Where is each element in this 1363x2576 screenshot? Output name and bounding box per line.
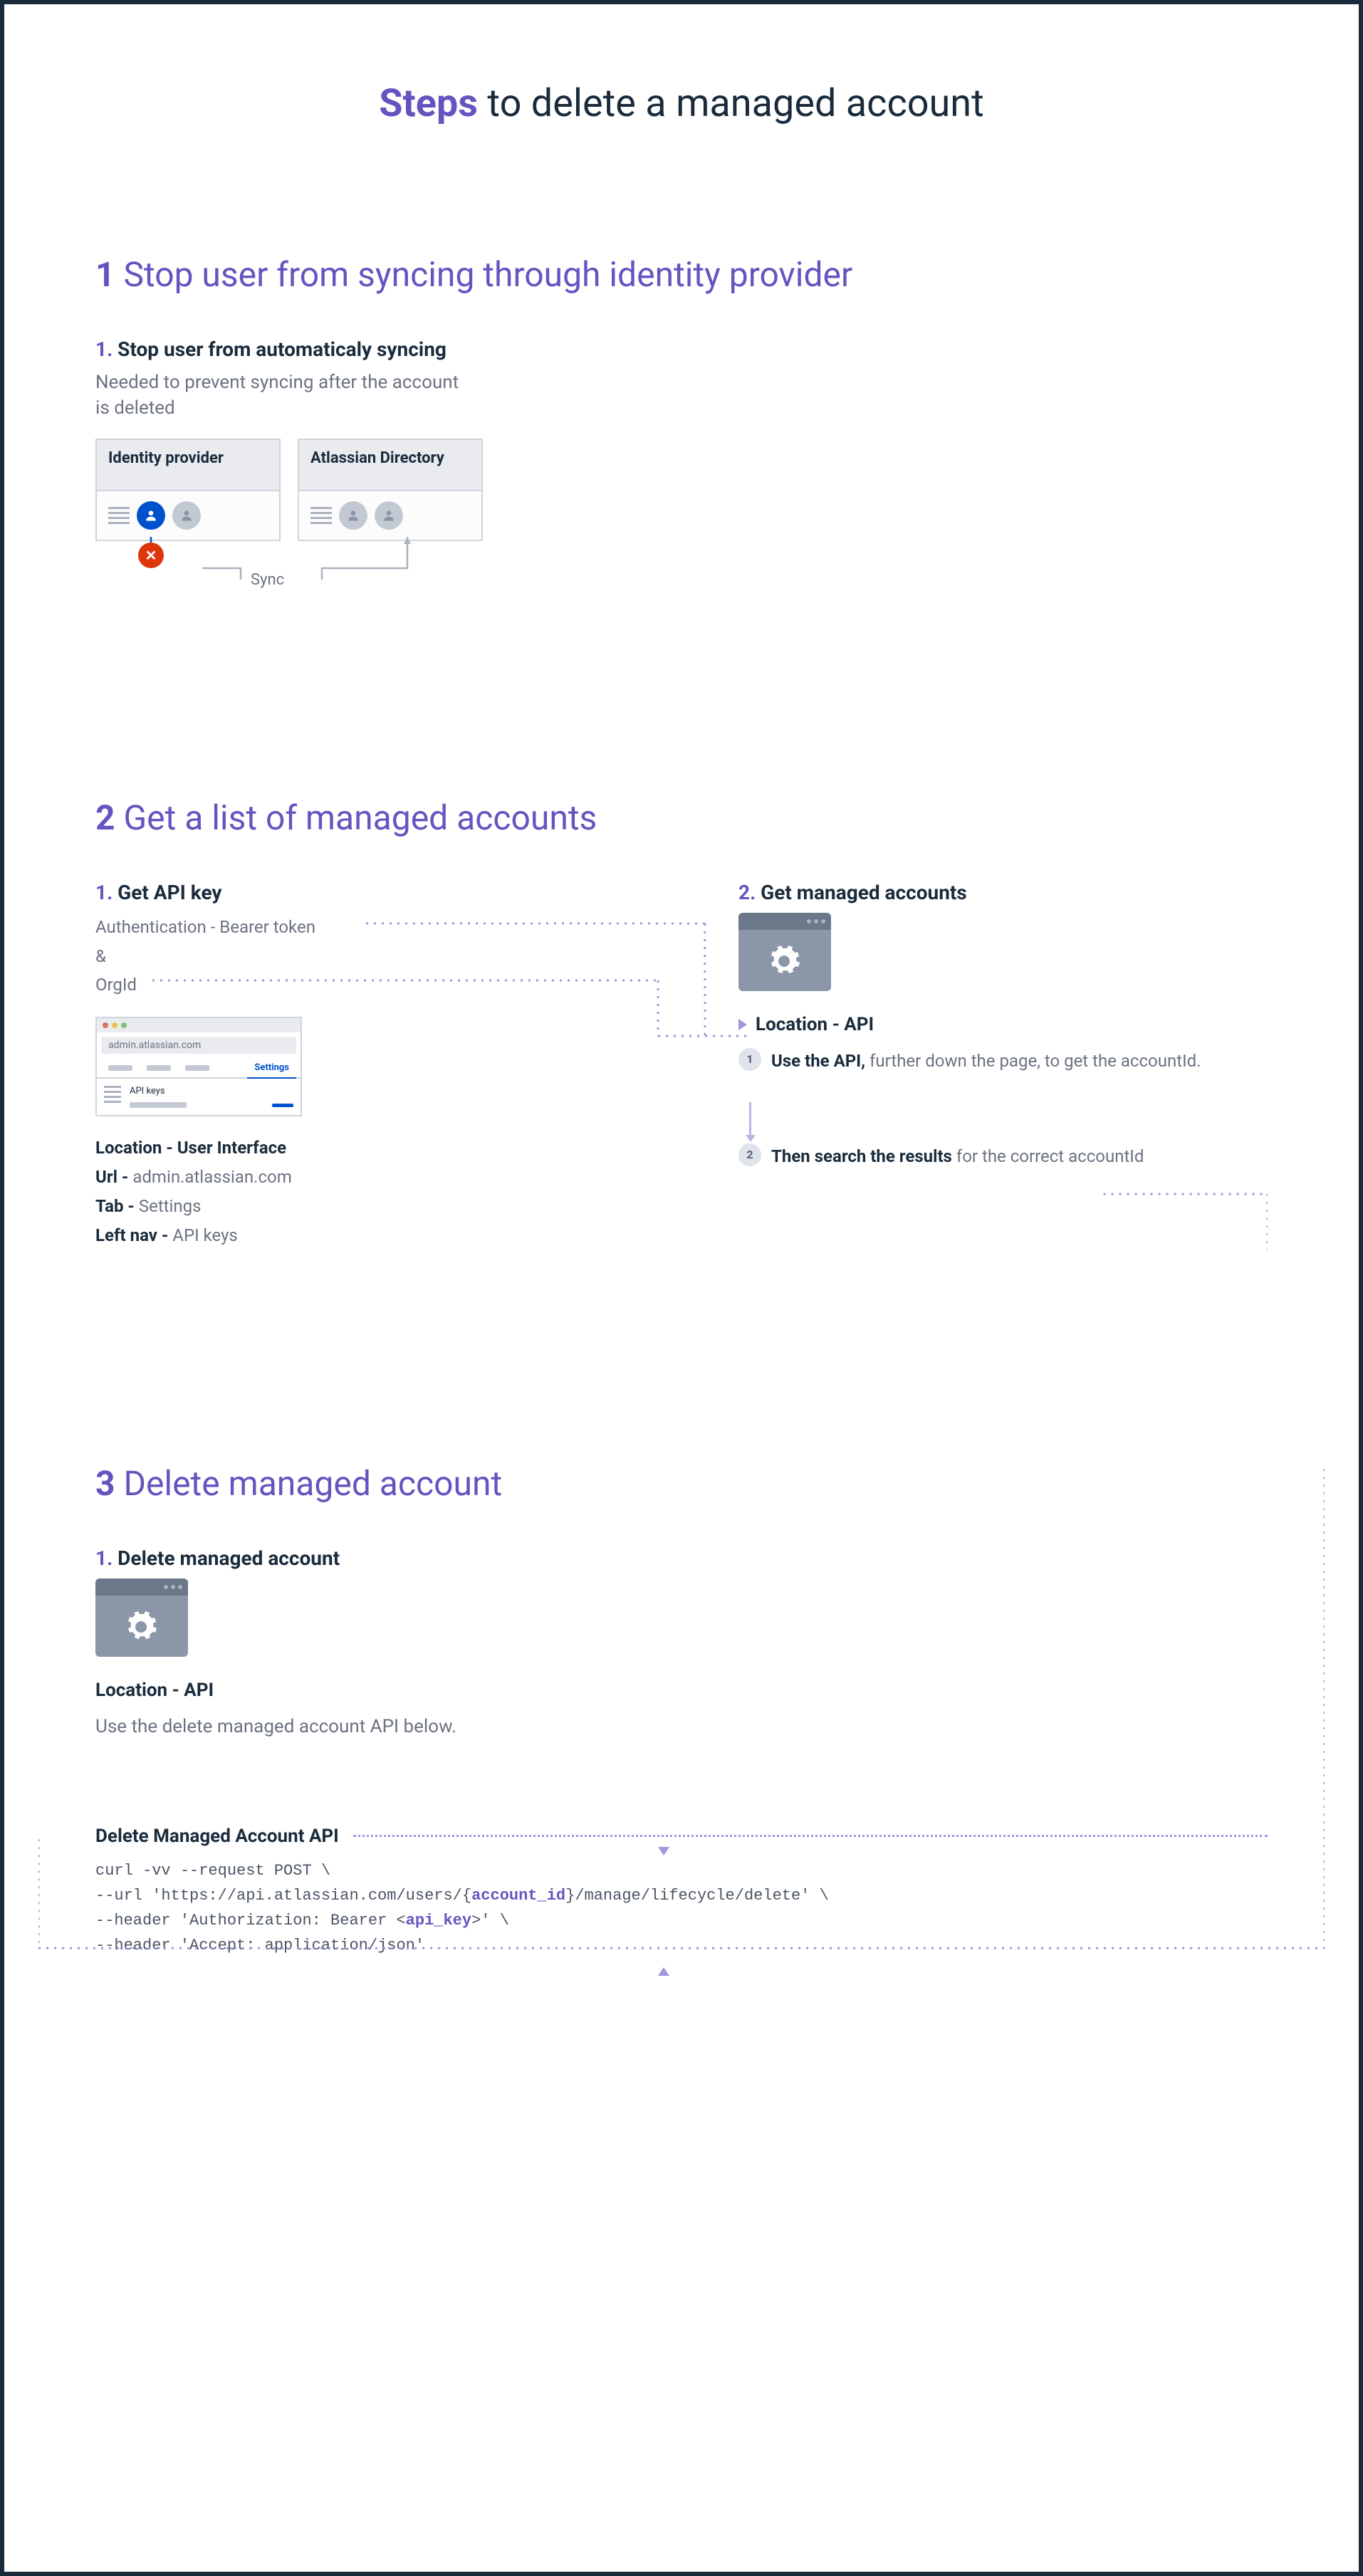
atlassian-box-title: Atlassian Directory	[299, 440, 481, 491]
gear-icon	[124, 1610, 158, 1644]
user-avatar-icon	[375, 501, 403, 530]
section-2-title: Get a list of managed accounts	[123, 797, 597, 838]
section-3-header: 3 Delete managed account	[95, 1463, 1268, 1504]
idp-box-title: Identity provider	[97, 440, 279, 491]
section-1-num: 1	[95, 254, 115, 295]
substep-3-1-text: Delete managed account	[118, 1546, 340, 1570]
step-connector-arrow-icon	[749, 1102, 751, 1136]
code-line-3: --header 'Authorization: Bearer <api_key…	[95, 1908, 1268, 1933]
triangle-right-icon	[738, 1019, 750, 1030]
browser-tab-active: Settings	[247, 1058, 296, 1079]
browser-tab-placeholder	[178, 1058, 216, 1077]
api-step-1: 1 Use the API, further down the page, to…	[738, 1048, 1268, 1074]
user-avatar-inactive-icon	[172, 501, 201, 530]
substep-3-1-num: 1.	[95, 1546, 113, 1570]
sync-diagram: Identity provider Atlassian Directory	[95, 439, 1268, 541]
code-line-2: --url 'https://api.atlassian.com/users/{…	[95, 1883, 1268, 1908]
lines-icon	[310, 507, 332, 524]
gear-icon	[767, 944, 801, 978]
substep-1-1-num: 1.	[95, 337, 113, 361]
user-avatar-active-icon	[137, 501, 165, 530]
loc-api-title: Location - API	[756, 1014, 874, 1035]
loc-nav: Left nav - API keys	[95, 1221, 625, 1250]
section-2: 2 Get a list of managed accounts 1. Get …	[38, 797, 1325, 1250]
idp-box: Identity provider	[95, 439, 281, 541]
auth-line: Authentication - Bearer token	[95, 913, 625, 942]
browser-url: admin.atlassian.com	[101, 1037, 296, 1054]
substep-1-1-desc: Needed to prevent syncing after the acco…	[95, 370, 466, 422]
browser-tab-placeholder	[101, 1058, 140, 1077]
api-step-2: 2 Then search the results for the correc…	[738, 1143, 1268, 1169]
substep-2-1-text: Get API key	[118, 881, 221, 904]
browser-body: API keys	[97, 1079, 301, 1115]
section-1-substep: 1. Stop user from automaticaly syncing N…	[95, 337, 1268, 584]
browser-blue-line-icon	[272, 1104, 293, 1107]
browser-nav-item: API keys	[130, 1086, 293, 1096]
page-title: Steps to delete a managed account	[38, 81, 1325, 126]
browser-nav-icon	[104, 1086, 121, 1108]
section-3-title: Delete managed account	[123, 1463, 502, 1504]
atlassian-box-body	[299, 491, 481, 540]
section-1-header: 1 Stop user from syncing through identit…	[95, 254, 1268, 295]
substep-2-2-num: 2.	[738, 881, 756, 904]
substep-2-1-num: 1.	[95, 881, 113, 904]
section-2-right: 2. Get managed accounts Location - API 1…	[738, 881, 1268, 1250]
title-highlight: Steps	[379, 81, 478, 126]
stop-icon: ✕	[138, 543, 164, 568]
browser-traffic-lights-icon	[97, 1018, 301, 1032]
section-1: 1 Stop user from syncing through identit…	[38, 254, 1325, 584]
browser-tab-placeholder	[140, 1058, 178, 1077]
loc-api-title-3: Location - API	[95, 1680, 523, 1701]
sync-arrows: ✕ Sync	[95, 541, 483, 584]
substep-2-2-text: Get managed accounts	[761, 881, 967, 904]
substep-2-1-title: 1. Get API key	[95, 881, 625, 904]
section-3-substep: 1. Delete managed account Location - API…	[95, 1546, 523, 1739]
step-number-2-icon: 2	[738, 1143, 761, 1166]
substep-1-1-title: 1. Stop user from automaticaly syncing	[95, 337, 1268, 361]
substep-1-1-text: Stop user from automaticaly syncing	[118, 337, 446, 361]
arrow-up-icon	[658, 1967, 669, 1976]
lines-icon	[108, 507, 130, 524]
loc-url: Url - admin.atlassian.com	[95, 1163, 625, 1192]
code-line-1: curl -vv --request POST \	[95, 1858, 1268, 1883]
sync-label: Sync	[251, 571, 284, 589]
browser-mockup: admin.atlassian.com Settings API keys	[95, 1017, 302, 1116]
code-line-4: --header 'Accept: application/json'	[95, 1933, 1268, 1958]
browser-placeholder-line-icon	[130, 1102, 187, 1108]
loc-tab: Tab - Settings	[95, 1192, 625, 1221]
api-box: Delete Managed Account API curl -vv --re…	[95, 1826, 1268, 1959]
orgid-line: OrgId	[95, 970, 625, 1000]
user-avatar-icon	[339, 501, 367, 530]
section-2-left: 1. Get API key Authentication - Bearer t…	[95, 881, 625, 1250]
section-3: 3 Delete managed account 1. Delete manag…	[38, 1463, 1325, 1958]
substep-3-1-title: 1. Delete managed account	[95, 1546, 523, 1570]
atlassian-box: Atlassian Directory	[298, 439, 483, 541]
substep-3-1-desc: Use the delete managed account API below…	[95, 1714, 466, 1739]
section-3-num: 3	[95, 1463, 115, 1504]
api-window-icon	[95, 1578, 188, 1657]
section-2-header: 2 Get a list of managed accounts	[95, 797, 1268, 838]
browser-main: API keys	[130, 1086, 293, 1108]
title-rest: to delete a managed account	[478, 81, 984, 126]
section-2-grid: 1. Get API key Authentication - Bearer t…	[95, 881, 1268, 1250]
api-box-title: Delete Managed Account API	[95, 1826, 339, 1847]
browser-tabs: Settings	[97, 1058, 301, 1079]
section-1-title: Stop user from syncing through identity …	[123, 254, 852, 295]
idp-box-body	[97, 491, 279, 540]
code-block: curl -vv --request POST \ --url 'https:/…	[95, 1858, 1268, 1959]
arrow-down-icon	[658, 1847, 669, 1855]
amp-line: &	[95, 942, 625, 971]
section-2-num: 2	[95, 797, 115, 838]
step-number-1-icon: 1	[738, 1048, 761, 1071]
loc-ui-title: Location - User Interface	[95, 1133, 625, 1163]
api-window-icon	[738, 913, 831, 991]
api-dotted-top-icon	[353, 1835, 1268, 1837]
substep-2-2-title: 2. Get managed accounts	[738, 881, 1268, 904]
